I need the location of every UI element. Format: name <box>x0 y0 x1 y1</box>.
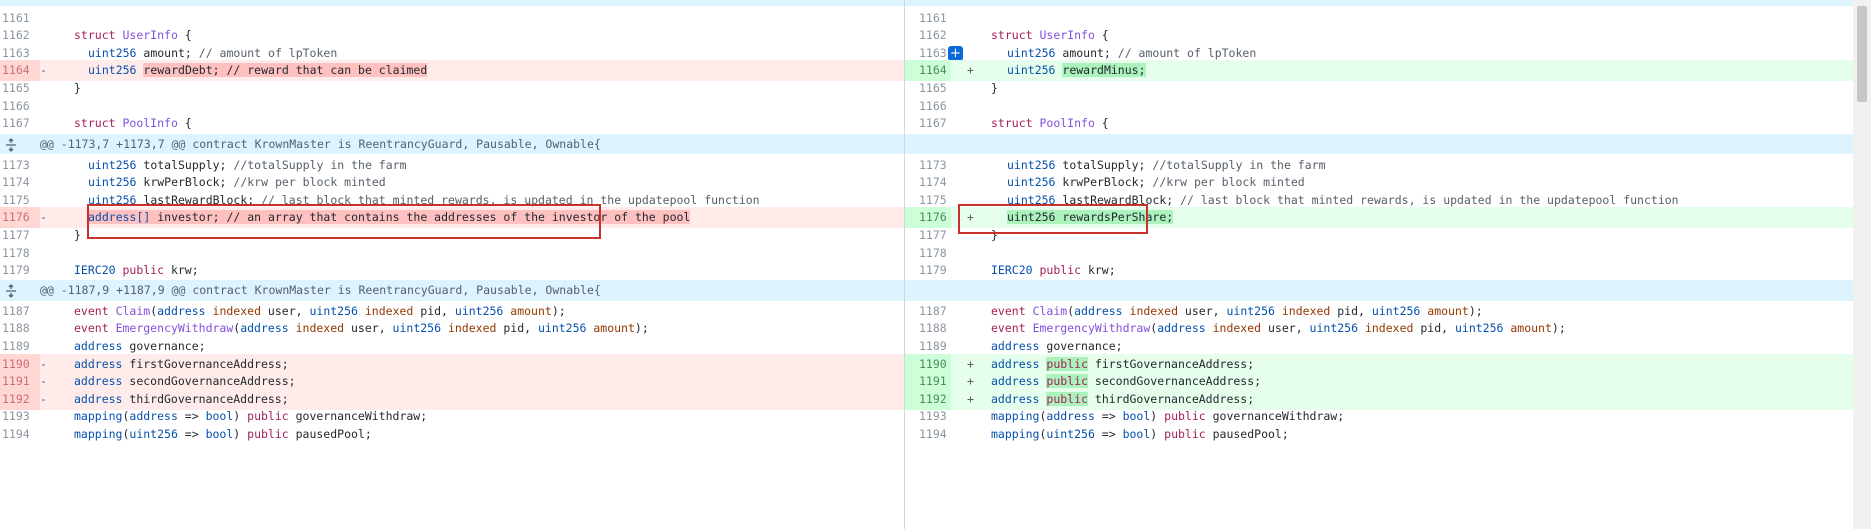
hunk-header-text: @@ -1187,9 +1187,9 @@ contract KrownMast… <box>40 283 601 297</box>
vertical-scrollbar[interactable] <box>1853 0 1871 529</box>
diff-row: 1194 mapping(uint256 => bool) public paus… <box>0 424 904 445</box>
add-comment-button[interactable]: + <box>948 46 963 61</box>
code-line: IERC20 public krw; <box>991 263 1116 277</box>
added-text: public <box>1046 392 1088 406</box>
added-text: public <box>1046 357 1088 371</box>
unfold-icon[interactable] <box>0 280 22 301</box>
code-line: struct PoolInfo { <box>991 116 1109 130</box>
diff-row: 1167 struct PoolInfo { <box>905 113 1854 134</box>
code-line: struct PoolInfo { <box>74 116 192 130</box>
code-line: mapping(uint256 => bool) public pausedPo… <box>74 427 372 441</box>
unfold-icon[interactable] <box>0 134 22 155</box>
diff-left-pane: 1161 1162 struct UserInfo { 1163 uint256 a… <box>0 0 904 529</box>
added-text: rewardMinus; <box>1062 63 1146 77</box>
hunk-header-spacer <box>905 280 1854 301</box>
line-number[interactable]: 1194 <box>0 424 40 445</box>
line-number[interactable]: 1179 <box>0 260 40 281</box>
diff-right-pane: 1161 1162 struct UserInfo { 1163 + uint256 … <box>904 0 1854 529</box>
diff-row: 1179 IERC20 public krw; <box>0 260 904 281</box>
plus-icon: + <box>950 46 961 61</box>
highlight-box <box>958 204 1148 234</box>
diff-row: 1167 struct PoolInfo { <box>0 113 904 134</box>
line-number[interactable]: 1167 <box>905 113 951 134</box>
hunk-header-spacer <box>905 134 1854 154</box>
highlight-box <box>87 204 601 239</box>
code-line: IERC20 public krw; <box>74 263 199 277</box>
scrollbar-thumb[interactable] <box>1857 6 1867 102</box>
code-line: mapping(uint256 => bool) public pausedPo… <box>991 427 1289 441</box>
hunk-header: @@ -1173,7 +1173,7 @@ contract KrownMast… <box>0 134 904 154</box>
diff-row: 1194 mapping(uint256 => bool) public paus… <box>905 424 1854 445</box>
hunk-header-top <box>905 0 1854 6</box>
deleted-text: rewardDebt; // reward that can be claime… <box>143 63 428 77</box>
hunk-header: @@ -1187,9 +1187,9 @@ contract KrownMast… <box>0 280 904 301</box>
diff-row: 1179 IERC20 public krw; <box>905 260 1854 281</box>
hunk-header-top <box>0 0 904 6</box>
hunk-header-text: @@ -1173,7 +1173,7 @@ contract KrownMast… <box>40 137 601 151</box>
split-diff-view: 1161 1162 struct UserInfo { 1163 uint256 a… <box>0 0 1854 529</box>
line-number[interactable]: 1179 <box>905 260 951 281</box>
line-number[interactable]: 1194 <box>905 424 951 445</box>
line-number[interactable]: 1167 <box>0 113 40 134</box>
added-text: public <box>1046 374 1088 388</box>
